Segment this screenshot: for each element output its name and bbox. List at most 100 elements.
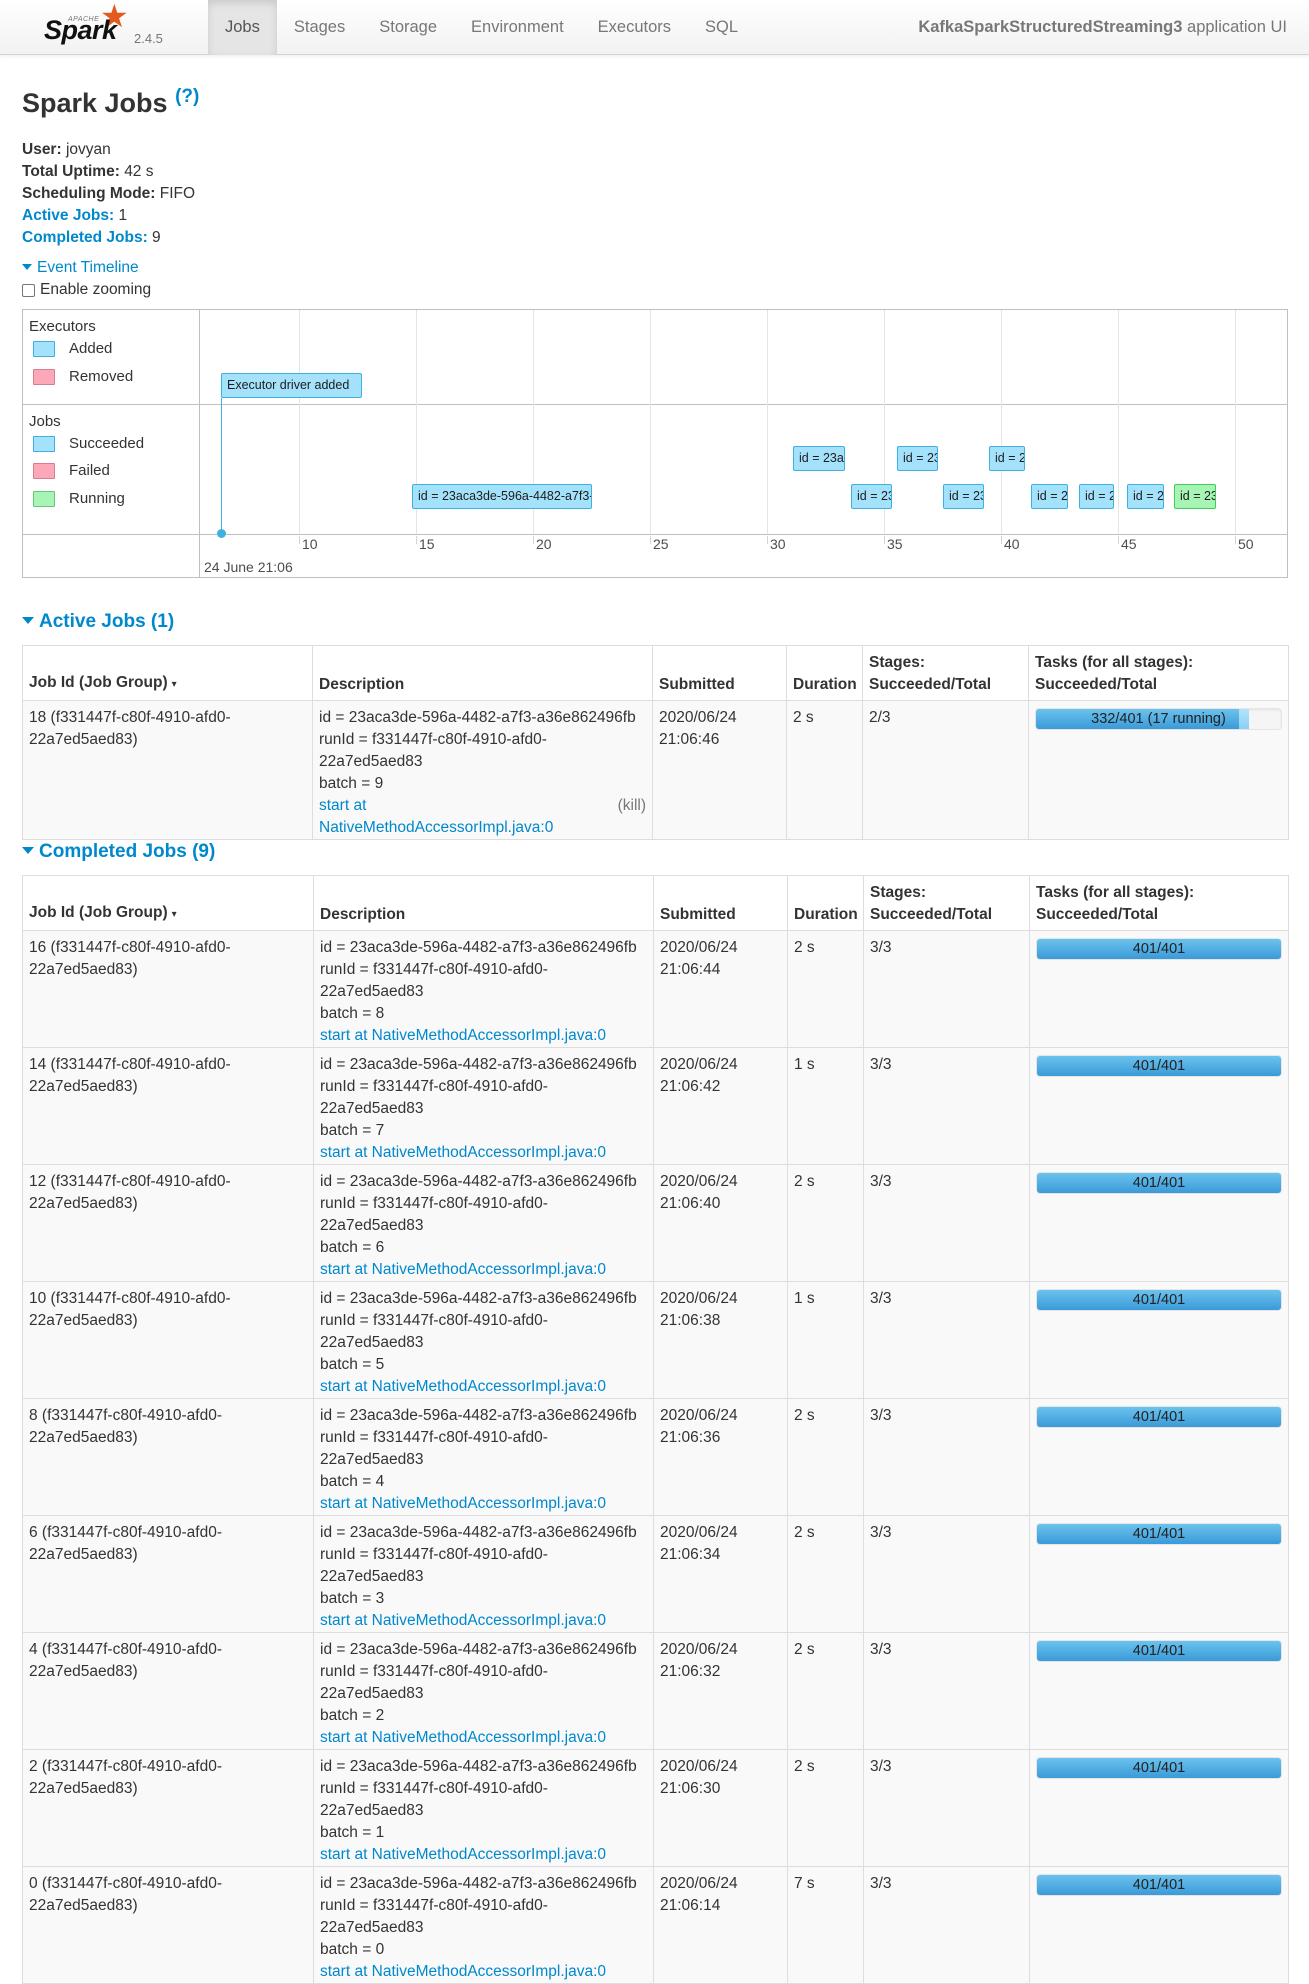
col-stages[interactable]: Stages: Succeeded/Total bbox=[862, 645, 1029, 701]
active-jobs-heading[interactable]: Active Jobs (1) bbox=[22, 611, 174, 633]
tasks-cell: 401/401 bbox=[1029, 1515, 1289, 1633]
job-description-link[interactable]: start at NativeMethodAccessorImpl.java:0 bbox=[320, 1144, 606, 1161]
spark-version: 2.4.5 bbox=[134, 31, 163, 46]
tab-environment[interactable]: Environment bbox=[454, 0, 581, 55]
event-timeline-toggle[interactable]: Event Timeline bbox=[22, 259, 139, 277]
desc-run-id: runId = f331447f-c80f-4910-afd0-22a7ed5a… bbox=[320, 1078, 548, 1117]
job-description-link[interactable]: start at NativeMethodAccessorImpl.java:0 bbox=[320, 1495, 606, 1512]
tab-jobs[interactable]: Jobs bbox=[208, 0, 277, 55]
summary-active-label: Active Jobs: bbox=[22, 207, 115, 224]
desc-batch: batch = 0 bbox=[320, 1941, 385, 1958]
col-tasks[interactable]: Tasks (for all stages): Succeeded/Total bbox=[1028, 645, 1289, 701]
col-duration[interactable]: Duration bbox=[786, 645, 863, 701]
job-description-link[interactable]: start at NativeMethodAccessorImpl.java:0 bbox=[320, 1027, 606, 1044]
col-job-id-label: Job Id (Job Group) bbox=[29, 904, 168, 921]
executor-driver-added-event[interactable]: Executor driver added bbox=[221, 373, 362, 398]
job-description-link[interactable]: start at NativeMethodAccessorImpl.java:0 bbox=[320, 1612, 606, 1629]
submitted-date: 2020/06/24 bbox=[660, 1407, 738, 1424]
tab-stages[interactable]: Stages bbox=[277, 0, 362, 55]
timeline-axis-tick bbox=[1118, 536, 1119, 544]
summary-completed-value: 9 bbox=[152, 229, 161, 246]
submitted-cell: 2020/06/24 21:06:44 bbox=[653, 930, 788, 1048]
completed-jobs-link[interactable]: Completed Jobs: bbox=[22, 229, 148, 246]
timeline-axis-tick bbox=[884, 536, 885, 544]
spark-logo[interactable]: ★ APACHE Spark 2.4.5 bbox=[40, 0, 180, 55]
summary-user: User: jovyan bbox=[22, 139, 195, 161]
description-cell: id = 23aca3de-596a-4482-a7f3-a36e862496f… bbox=[313, 1164, 654, 1282]
desc-batch: batch = 7 bbox=[320, 1122, 385, 1139]
tab-sql[interactable]: SQL bbox=[688, 0, 755, 55]
col-duration[interactable]: Duration bbox=[787, 875, 864, 931]
description-cell: id = 23aca3de-596a-4482-a7f3-a36e862496f… bbox=[312, 700, 653, 840]
job-description-link[interactable]: start at NativeMethodAccessorImpl.java:0 bbox=[320, 1729, 606, 1746]
progress-text: 401/401 bbox=[1132, 1526, 1186, 1542]
app-suffix: application UI bbox=[1182, 18, 1287, 36]
timeline-job-event[interactable]: id = 23aca3de-596a-4482-a7f3-a36e862496f… bbox=[1127, 484, 1164, 509]
enable-zooming-checkbox[interactable] bbox=[22, 283, 35, 297]
tab-executors[interactable]: Executors bbox=[581, 0, 688, 55]
col-description[interactable]: Description bbox=[313, 875, 654, 931]
timeline-job-event[interactable]: id = 23aca3de-596a-4482-a7f3-a36e862496f… bbox=[793, 446, 845, 471]
active-jobs-link[interactable]: Active Jobs: bbox=[22, 207, 114, 224]
job-link-part1: start at bbox=[319, 797, 367, 814]
timeline-job-event[interactable]: id = 23aca3de-596a-4482-a7f3-a36e862496f… bbox=[989, 446, 1025, 471]
job-description-link[interactable]: start at NativeMethodAccessorImpl.java:0 bbox=[320, 1378, 606, 1395]
description-cell: id = 23aca3de-596a-4482-a7f3-a36e862496f… bbox=[313, 1281, 654, 1399]
timeline-axis-label: 50 bbox=[1238, 536, 1254, 552]
col-description[interactable]: Description bbox=[312, 645, 653, 701]
job-id-cell: 8 (f331447f-c80f-4910-afd0-22a7ed5aed83) bbox=[22, 1398, 314, 1516]
desc-batch: batch = 6 bbox=[320, 1239, 385, 1256]
submitted-time: 21:06:42 bbox=[660, 1078, 721, 1095]
kill-link[interactable]: (kill) bbox=[618, 795, 646, 817]
desc-id: id = 23aca3de-596a-4482-a7f3-a36e862496f… bbox=[320, 1056, 637, 1073]
submitted-cell: 2020/06/24 21:06:32 bbox=[653, 1632, 788, 1750]
table-row: 8 (f331447f-c80f-4910-afd0-22a7ed5aed83)… bbox=[22, 1398, 1289, 1516]
desc-batch: batch = 5 bbox=[320, 1356, 385, 1373]
col-stages[interactable]: Stages: Succeeded/Total bbox=[863, 875, 1030, 931]
submitted-cell: 2020/06/24 21:06:36 bbox=[653, 1398, 788, 1516]
jobs-group-title: Jobs bbox=[29, 413, 61, 430]
sort-desc-icon: ▾ bbox=[171, 909, 177, 920]
col-job-id[interactable]: Job Id (Job Group) ▾ bbox=[22, 645, 313, 701]
legend-failed: Failed bbox=[33, 462, 110, 479]
submitted-date: 2020/06/24 bbox=[660, 1758, 738, 1775]
timeline-job-event[interactable]: id = 23aca3de-596a-4482-a7f3-a36e862496f… bbox=[851, 484, 892, 509]
col-tasks[interactable]: Tasks (for all stages): Succeeded/Total bbox=[1029, 875, 1289, 931]
timeline-job-event-running[interactable]: id = 23aca3de-596a-4482-a7f3-a36e862496f… bbox=[1174, 484, 1216, 509]
duration-cell: 1 s bbox=[787, 1047, 864, 1165]
timeline-job-event[interactable]: id = 23aca3de-596a-4482-a7f3-a36e862496f… bbox=[1031, 484, 1068, 509]
completed-jobs-heading[interactable]: Completed Jobs (9) bbox=[22, 841, 215, 863]
brand-name: Spark bbox=[44, 15, 117, 45]
stages-cell: 2/3 bbox=[862, 700, 1029, 840]
col-tasks-line1: Tasks (for all stages): bbox=[1036, 884, 1195, 901]
job-description-link[interactable]: start at NativeMethodAccessorImpl.java:0 bbox=[320, 1963, 606, 1980]
help-link[interactable]: (?) bbox=[175, 86, 199, 107]
job-description-link[interactable]: start at NativeMethodAccessorImpl.java:0 bbox=[320, 1846, 606, 1863]
enable-zooming-label: Enable zooming bbox=[40, 281, 152, 298]
timeline-job-event[interactable]: id = 23aca3de-596a-4482-a7f3-a36e862496f… bbox=[1079, 484, 1114, 509]
table-row: 16 (f331447f-c80f-4910-afd0-22a7ed5aed83… bbox=[22, 930, 1289, 1048]
col-stages-line1: Stages: bbox=[869, 654, 925, 671]
duration-cell: 1 s bbox=[787, 1281, 864, 1399]
col-job-id[interactable]: Job Id (Job Group) ▾ bbox=[22, 875, 314, 931]
progress-text: 401/401 bbox=[1132, 1058, 1186, 1074]
duration-cell: 2 s bbox=[787, 1515, 864, 1633]
legend-added-label: Added bbox=[69, 340, 113, 357]
tasks-progress-bar: 401/401 bbox=[1036, 1757, 1282, 1779]
submitted-time: 21:06:40 bbox=[660, 1195, 721, 1212]
summary-uptime: Total Uptime: 42 s bbox=[22, 161, 195, 183]
job-description-link[interactable]: start at NativeMethodAccessorImpl.java:0 bbox=[319, 797, 553, 836]
desc-id: id = 23aca3de-596a-4482-a7f3-a36e862496f… bbox=[320, 1290, 637, 1307]
legend-removed: Removed bbox=[33, 368, 133, 385]
timeline-job-event[interactable]: id = 23aca3de-596a-4482-a7f3-a36e862496f… bbox=[412, 484, 592, 509]
tab-storage[interactable]: Storage bbox=[362, 0, 454, 55]
col-submitted[interactable]: Submitted bbox=[653, 875, 788, 931]
job-description-link[interactable]: start at NativeMethodAccessorImpl.java:0 bbox=[320, 1261, 606, 1278]
executors-group-title: Executors bbox=[29, 318, 96, 335]
timeline-axis-label: 20 bbox=[536, 536, 552, 552]
timeline-job-event[interactable]: id = 23aca3de-596a-4482-a7f3-a36e862496f… bbox=[897, 446, 938, 471]
col-submitted[interactable]: Submitted bbox=[652, 645, 787, 701]
stages-cell: 3/3 bbox=[863, 1398, 1030, 1516]
tasks-cell: 401/401 bbox=[1029, 1047, 1289, 1165]
timeline-job-event[interactable]: id = 23aca3de-596a-4482-a7f3-a36e862496f… bbox=[943, 484, 984, 509]
